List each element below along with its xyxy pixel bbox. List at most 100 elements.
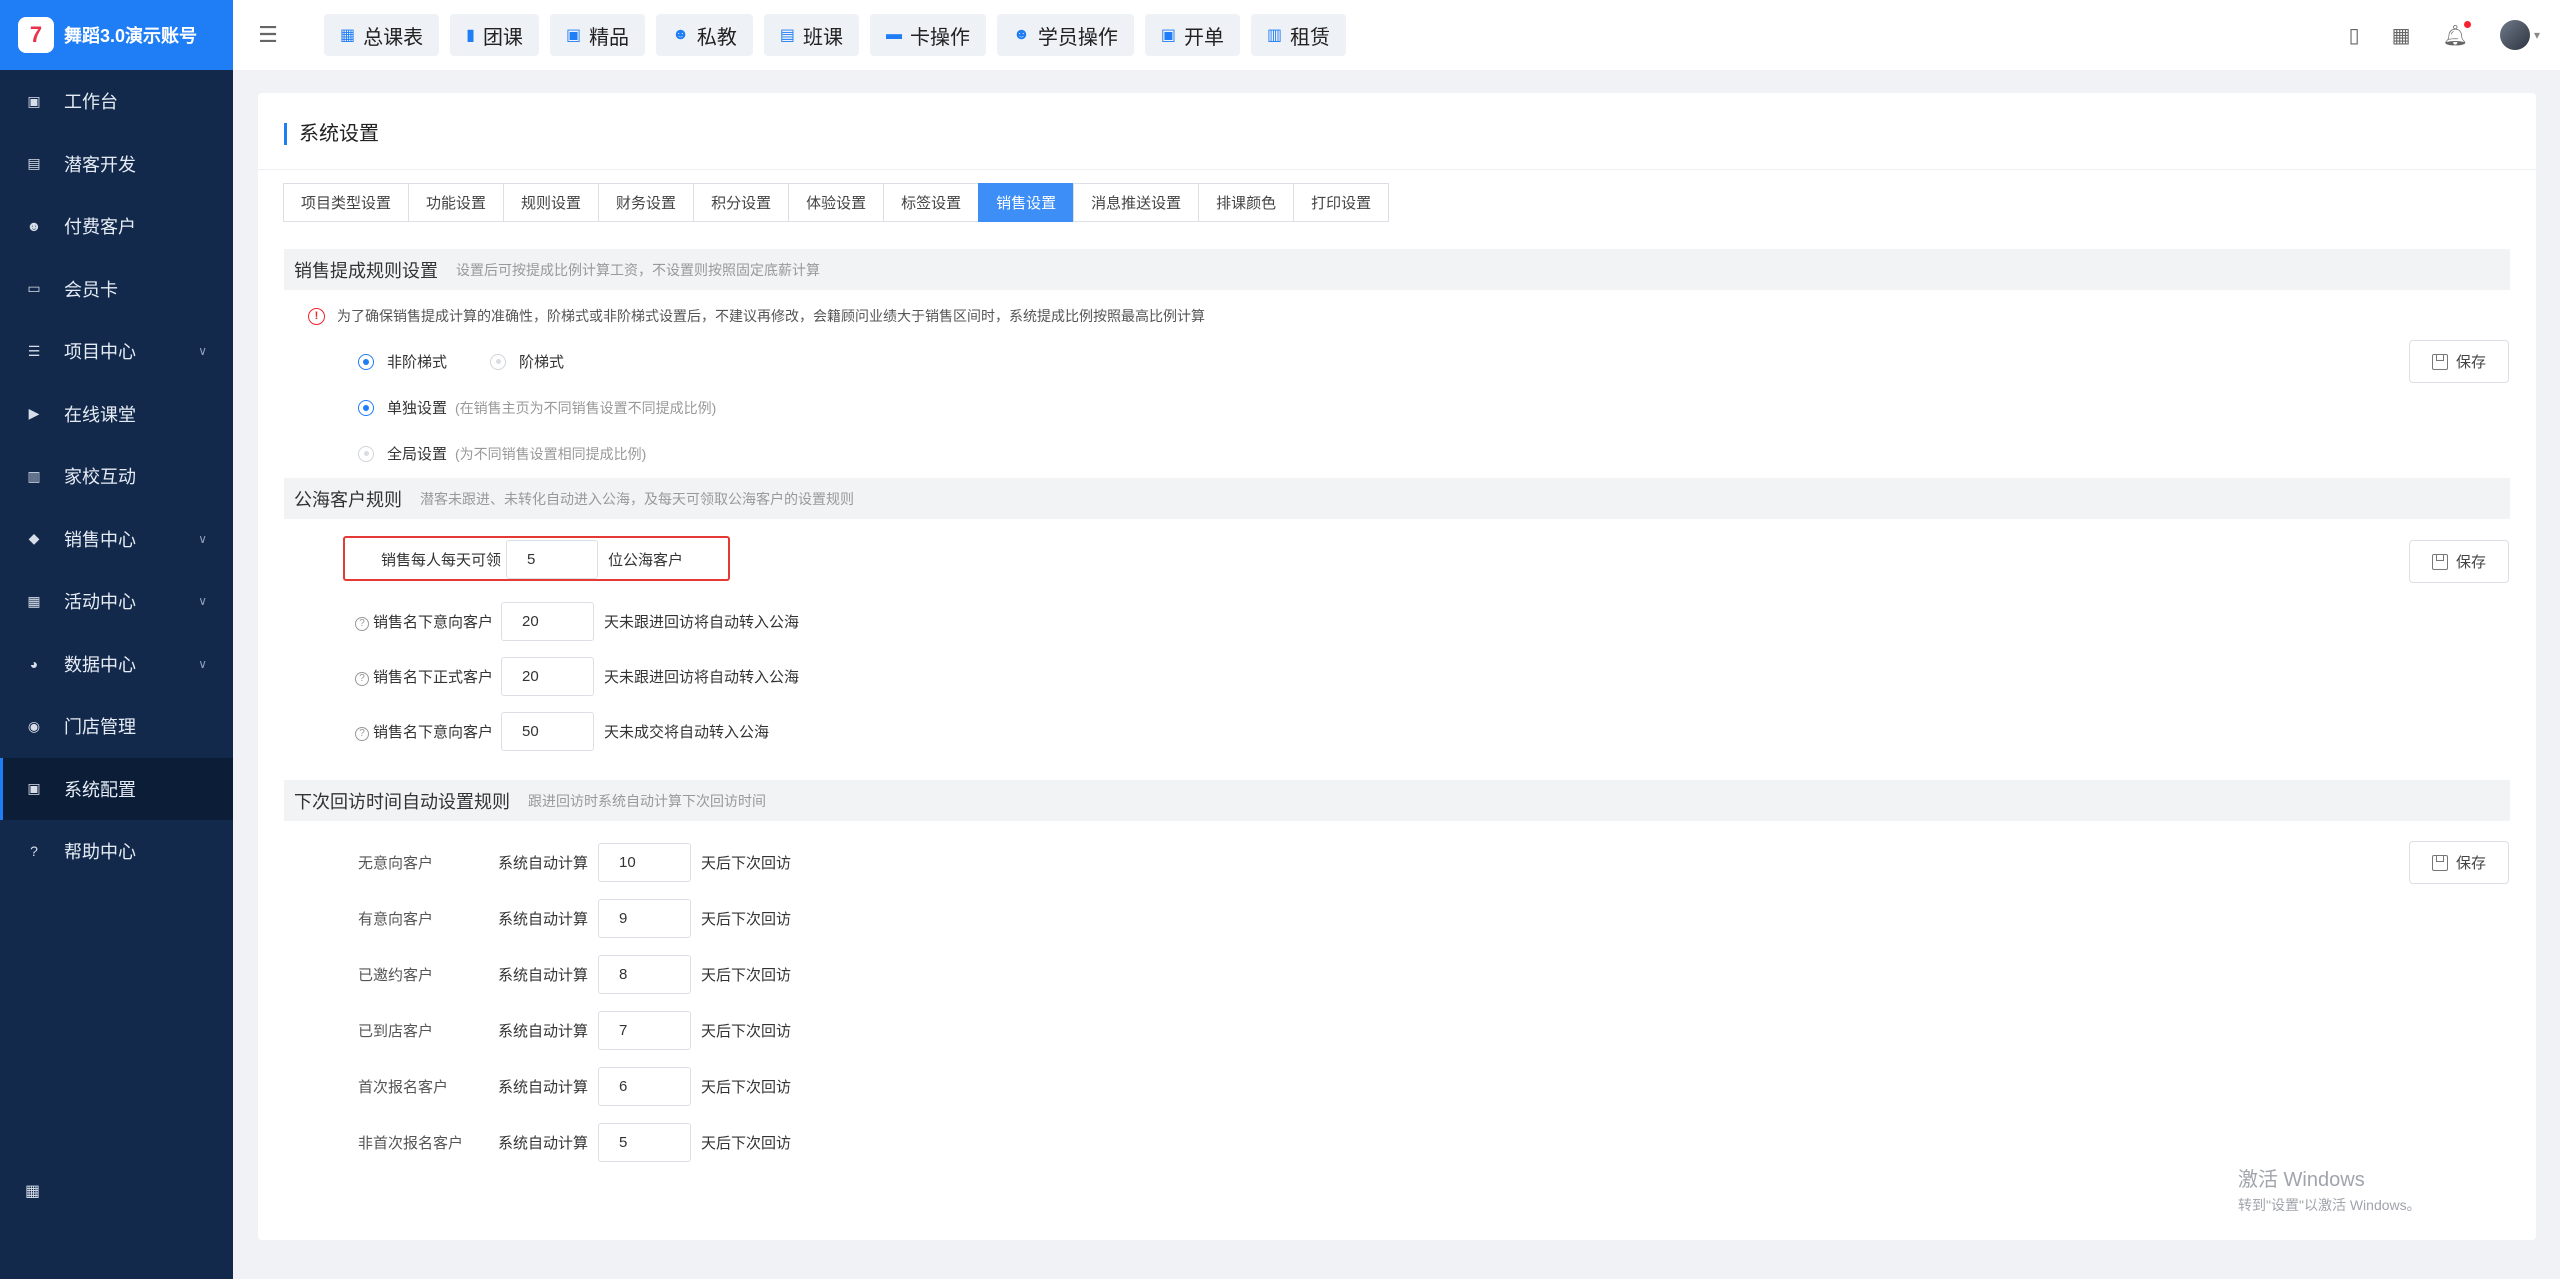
save-label: 保存 [2455, 554, 2486, 571]
tab-2[interactable]: 规则设置 [503, 183, 600, 222]
tab-6[interactable]: 标签设置 [883, 183, 980, 222]
followup-label: 有意向客户 [358, 911, 434, 928]
tab-1[interactable]: 功能设置 [408, 183, 505, 222]
followup-days-input[interactable]: 9 [598, 899, 691, 938]
radio-non-tiered[interactable]: 非阶梯式 [358, 351, 447, 372]
tab-0[interactable]: 项目类型设置 [283, 183, 410, 222]
sidebar-item-7[interactable]: ◆ 销售中心 ∨ [0, 508, 233, 571]
pool-rule-input[interactable]: 20 [501, 602, 594, 641]
radio-label: 阶梯式 [519, 354, 565, 371]
quick-button-label: 卡操作 [910, 26, 971, 49]
notification-bell[interactable]: 🔔︎ [2443, 20, 2471, 48]
sidebar-item-8[interactable]: ▦ 活动中心 ∨ [0, 570, 233, 633]
quick-button-8[interactable]: ▥ 租赁 [1251, 14, 1347, 56]
help-icon[interactable]: ? [355, 616, 369, 631]
sidebar-item-10[interactable]: ◉ 门店管理 [0, 695, 233, 758]
sidebar-item-12[interactable]: ? 帮助中心 [0, 820, 233, 883]
apps-grid-icon[interactable]: ▦ [25, 1181, 40, 1201]
daily-claim-input[interactable]: 5 [506, 540, 598, 579]
radio-button[interactable] [490, 353, 506, 370]
sidebar-item-0[interactable]: ▣ 工作台 [0, 70, 233, 133]
sidebar-item-6[interactable]: ▥ 家校互动 [0, 445, 233, 508]
section-desc: 设置后可按提成比例计算工资，不设置则按照固定底薪计算 [456, 261, 820, 278]
radio-hint: (为不同销售设置相同提成比例) [455, 445, 647, 462]
help-icon[interactable]: ? [355, 671, 369, 686]
save-commission-button[interactable]: 保存 [2409, 340, 2509, 383]
sidebar-item-9[interactable]: ◕ 数据中心 ∨ [0, 633, 233, 696]
bookmark-icon[interactable]: ▯ [2349, 23, 2360, 48]
save-public-pool-button[interactable]: 保存 [2409, 540, 2509, 583]
sidebar-item-5[interactable]: ▶ 在线课堂 [0, 383, 233, 446]
followup-days-input[interactable]: 5 [598, 1123, 691, 1162]
tab-3[interactable]: 财务设置 [598, 183, 695, 222]
logo-area[interactable]: 7 舞蹈3.0演示账号 [0, 0, 233, 70]
sidebar-item-3[interactable]: ▭ 会员卡 [0, 258, 233, 321]
commission-warning: ! 为了确保销售提成计算的准确性，阶梯式或非阶梯式设置后，不建议再修改，会籍顾问… [308, 306, 1205, 326]
qr-code-icon[interactable]: ▦ [2392, 23, 2411, 48]
sidebar-item-label: 数据中心 [64, 654, 136, 675]
pool-rule-input[interactable]: 50 [501, 712, 594, 751]
quick-button-0[interactable]: ▦ 总课表 [324, 14, 440, 56]
pool-rule-suffix: 天未跟进回访将自动转入公海 [604, 614, 800, 631]
quick-button-3[interactable]: ☻ 私教 [656, 14, 753, 56]
pool-rule-label: 销售名下正式客户 [373, 669, 494, 686]
notification-dot [2463, 20, 2471, 28]
pool-rule-input[interactable]: 20 [501, 657, 594, 696]
warning-text: 为了确保销售提成计算的准确性，阶梯式或非阶梯式设置后，不建议再修改，会籍顾问业绩… [337, 308, 1205, 324]
watermark-subtitle: 转到"设置"以激活 Windows。 [2238, 1197, 2421, 1213]
radio-button[interactable] [358, 399, 374, 416]
pool-rule-suffix: 天未成交将自动转入公海 [604, 724, 770, 741]
followup-days-input[interactable]: 8 [598, 955, 691, 994]
quick-button-1[interactable]: ▮ 团课 [450, 14, 539, 56]
radio-tiered[interactable]: 阶梯式 [490, 351, 564, 372]
collapse-menu-icon[interactable]: ☰ [233, 22, 303, 48]
tab-5[interactable]: 体验设置 [788, 183, 885, 222]
sidebar-item-11[interactable]: ▣ 系统配置 [0, 757, 233, 820]
top-right-actions: ▯ ▦ 🔔︎ ▾ [2349, 0, 2540, 70]
section-public-pool-header: 公海客户规则 潜客未跟进、未转化自动进入公海，及每天可领取公海客户的设置规则 [284, 478, 2510, 519]
sidebar-item-2[interactable]: ☻ 付费客户 [0, 195, 233, 258]
radio-global-setting[interactable]: 全局设置 (为不同销售设置相同提成比例) [358, 443, 646, 464]
save-label: 保存 [2455, 354, 2486, 371]
user-menu[interactable]: ▾ [2499, 20, 2540, 50]
sidebar-item-label: 在线课堂 [64, 404, 136, 425]
radio-button[interactable] [358, 353, 374, 370]
help-icon[interactable]: ? [355, 726, 369, 741]
windows-activation-watermark: 激活 Windows 转到"设置"以激活 Windows。 [2238, 1163, 2421, 1215]
quick-button-4[interactable]: ▤ 班课 [763, 14, 860, 56]
sidebar-item-label: 门店管理 [64, 717, 136, 738]
save-icon [2431, 854, 2448, 871]
sidebar-item-label: 帮助中心 [64, 842, 136, 863]
followup-label: 已到店客户 [358, 1023, 434, 1040]
video-icon: ▶ [28, 405, 40, 422]
daily-claim-suffix: 位公海客户 [608, 552, 684, 569]
followup-row: 已邀约客户 系统自动计算 8 天后下次回访 [358, 955, 791, 994]
tab-10[interactable]: 打印设置 [1293, 183, 1390, 222]
followup-days-input[interactable]: 6 [598, 1067, 691, 1106]
chevron-down-icon: ∨ [198, 594, 207, 609]
quick-button-5[interactable]: ▬ 卡操作 [870, 14, 987, 56]
radio-individual-setting[interactable]: 单独设置 (在销售主页为不同销售设置不同提成比例) [358, 397, 716, 418]
tab-8[interactable]: 消息推送设置 [1073, 183, 1200, 222]
chevron-down-icon: ∨ [198, 531, 207, 546]
followup-days-input[interactable]: 7 [598, 1011, 691, 1050]
followup-row: 首次报名客户 系统自动计算 6 天后下次回访 [358, 1067, 791, 1106]
sidebar-item-label: 工作台 [64, 92, 118, 113]
sidebar-item-1[interactable]: ▤ 潜客开发 [0, 133, 233, 196]
quick-button-7[interactable]: ▣ 开单 [1144, 14, 1240, 56]
tab-7[interactable]: 销售设置 [978, 183, 1075, 222]
daily-claim-row: 销售每人每天可领 5 位公海客户 [381, 540, 683, 579]
quick-button-2[interactable]: ▣ 精品 [549, 14, 646, 56]
sidebar-item-4[interactable]: ☰ 项目中心 ∨ [0, 320, 233, 383]
tab-9[interactable]: 排课颜色 [1198, 183, 1295, 222]
order-icon: ▣ [1160, 27, 1176, 44]
section-title: 下次回访时间自动设置规则 [294, 791, 510, 812]
sidebar-item-label: 会员卡 [64, 279, 118, 300]
followup-days-input[interactable]: 10 [598, 843, 691, 882]
tab-4[interactable]: 积分设置 [693, 183, 790, 222]
quick-button-label: 精品 [589, 26, 630, 49]
sidebar-item-label: 家校互动 [64, 467, 136, 488]
quick-button-6[interactable]: ☻ 学员操作 [997, 14, 1134, 56]
radio-button[interactable] [358, 445, 374, 462]
save-followup-button[interactable]: 保存 [2409, 841, 2509, 884]
